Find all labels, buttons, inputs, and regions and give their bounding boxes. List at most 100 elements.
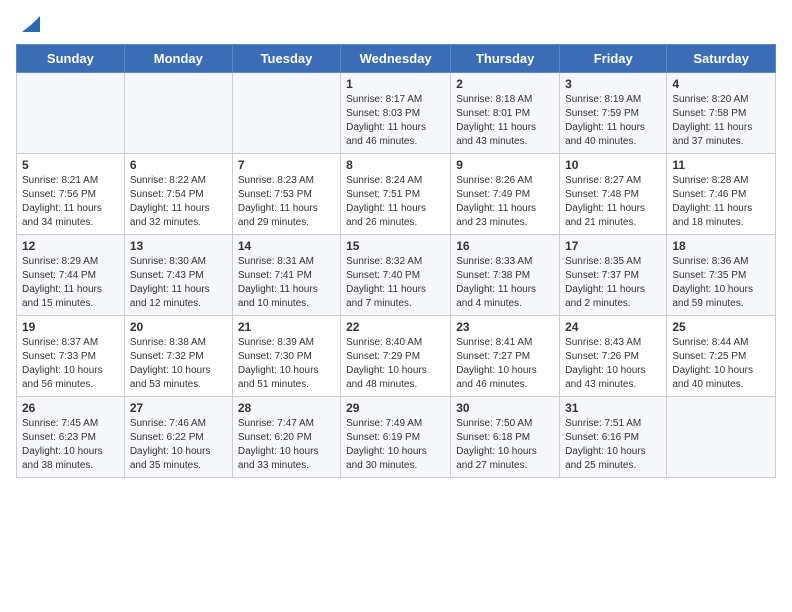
- weekday-header-wednesday: Wednesday: [341, 45, 451, 73]
- cell-text: Sunrise: 8:33 AM Sunset: 7:38 PM Dayligh…: [456, 255, 554, 311]
- cell-text: Sunrise: 8:27 AM Sunset: 7:48 PM Dayligh…: [565, 174, 661, 230]
- cell-text: Sunrise: 8:28 AM Sunset: 7:46 PM Dayligh…: [672, 174, 770, 230]
- day-number: 27: [130, 401, 227, 415]
- calendar-cell: 19 Sunrise: 8:37 AM Sunset: 7:33 PM Dayli…: [17, 316, 125, 397]
- cell-text: Sunrise: 8:29 AM Sunset: 7:44 PM Dayligh…: [22, 255, 119, 311]
- weekday-header-friday: Friday: [560, 45, 667, 73]
- day-number: 21: [238, 320, 335, 334]
- cell-text: Sunrise: 7:51 AM Sunset: 6:16 PM Dayligh…: [565, 417, 661, 473]
- calendar-cell: 5 Sunrise: 8:21 AM Sunset: 7:56 PM Daylig…: [17, 154, 125, 235]
- calendar-cell: 28Sunrise: 7:47 AM Sunset: 6:20 PM Dayli…: [232, 397, 340, 478]
- calendar-cell: 6 Sunrise: 8:22 AM Sunset: 7:54 PM Daylig…: [124, 154, 232, 235]
- calendar-cell: 25 Sunrise: 8:44 AM Sunset: 7:25 PM Dayli…: [667, 316, 776, 397]
- cell-text: Sunrise: 8:18 AM Sunset: 8:01 PM Dayligh…: [456, 93, 554, 149]
- weekday-header-monday: Monday: [124, 45, 232, 73]
- calendar-cell: 23 Sunrise: 8:41 AM Sunset: 7:27 PM Dayli…: [451, 316, 560, 397]
- calendar-week-row: 1 Sunrise: 8:17 AM Sunset: 8:03 PM Daylig…: [17, 73, 776, 154]
- day-number: 15: [346, 239, 445, 253]
- cell-text: Sunrise: 8:35 AM Sunset: 7:37 PM Dayligh…: [565, 255, 661, 311]
- cell-text: Sunrise: 8:19 AM Sunset: 7:59 PM Dayligh…: [565, 93, 661, 149]
- calendar-cell: 13Sunrise: 8:30 AM Sunset: 7:43 PM Dayli…: [124, 235, 232, 316]
- day-number: 3: [565, 77, 661, 91]
- day-number: 11: [672, 158, 770, 172]
- calendar-cell: 2Sunrise: 8:18 AM Sunset: 8:01 PM Daylig…: [451, 73, 560, 154]
- page: SundayMondayTuesdayWednesdayThursdayFrid…: [0, 0, 792, 612]
- cell-text: Sunrise: 8:31 AM Sunset: 7:41 PM Dayligh…: [238, 255, 335, 311]
- day-number: 10: [565, 158, 661, 172]
- calendar-cell: 22 Sunrise: 8:40 AM Sunset: 7:29 PM Dayli…: [341, 316, 451, 397]
- calendar-cell: 15Sunrise: 8:32 AM Sunset: 7:40 PM Dayli…: [341, 235, 451, 316]
- day-number: 9: [456, 158, 554, 172]
- cell-text: Sunrise: 8:39 AM Sunset: 7:30 PM Dayligh…: [238, 336, 335, 392]
- calendar-cell: 16 Sunrise: 8:33 AM Sunset: 7:38 PM Dayli…: [451, 235, 560, 316]
- day-number: 26: [22, 401, 119, 415]
- cell-text: Sunrise: 7:46 AM Sunset: 6:22 PM Dayligh…: [130, 417, 227, 473]
- cell-text: Sunrise: 7:45 AM Sunset: 6:23 PM Dayligh…: [22, 417, 119, 473]
- day-number: 19: [22, 320, 119, 334]
- day-number: 20: [130, 320, 227, 334]
- cell-text: Sunrise: 8:41 AM Sunset: 7:27 PM Dayligh…: [456, 336, 554, 392]
- calendar-cell: 14 Sunrise: 8:31 AM Sunset: 7:41 PM Dayli…: [232, 235, 340, 316]
- calendar-cell: 9 Sunrise: 8:26 AM Sunset: 7:49 PM Daylig…: [451, 154, 560, 235]
- calendar-cell: 7Sunrise: 8:23 AM Sunset: 7:53 PM Daylig…: [232, 154, 340, 235]
- cell-text: Sunrise: 8:43 AM Sunset: 7:26 PM Dayligh…: [565, 336, 661, 392]
- day-number: 7: [238, 158, 335, 172]
- calendar-cell: 24 Sunrise: 8:43 AM Sunset: 7:26 PM Dayli…: [560, 316, 667, 397]
- calendar-table: SundayMondayTuesdayWednesdayThursdayFrid…: [16, 44, 776, 478]
- calendar-week-row: 5 Sunrise: 8:21 AM Sunset: 7:56 PM Daylig…: [17, 154, 776, 235]
- cell-text: Sunrise: 8:17 AM Sunset: 8:03 PM Dayligh…: [346, 93, 445, 149]
- cell-text: Sunrise: 8:26 AM Sunset: 7:49 PM Dayligh…: [456, 174, 554, 230]
- calendar-cell: 11 Sunrise: 8:28 AM Sunset: 7:46 PM Dayli…: [667, 154, 776, 235]
- calendar-cell: [124, 73, 232, 154]
- header: [16, 10, 776, 36]
- day-number: 16: [456, 239, 554, 253]
- day-number: 29: [346, 401, 445, 415]
- day-number: 18: [672, 239, 770, 253]
- day-number: 22: [346, 320, 445, 334]
- calendar-cell: 31 Sunrise: 7:51 AM Sunset: 6:16 PM Dayli…: [560, 397, 667, 478]
- cell-text: Sunrise: 8:37 AM Sunset: 7:33 PM Dayligh…: [22, 336, 119, 392]
- cell-text: Sunrise: 8:30 AM Sunset: 7:43 PM Dayligh…: [130, 255, 227, 311]
- cell-text: Sunrise: 8:20 AM Sunset: 7:58 PM Dayligh…: [672, 93, 770, 149]
- calendar-cell: 10 Sunrise: 8:27 AM Sunset: 7:48 PM Dayli…: [560, 154, 667, 235]
- calendar-cell: 27 Sunrise: 7:46 AM Sunset: 6:22 PM Dayli…: [124, 397, 232, 478]
- cell-text: Sunrise: 8:38 AM Sunset: 7:32 PM Dayligh…: [130, 336, 227, 392]
- calendar-cell: 4 Sunrise: 8:20 AM Sunset: 7:58 PM Daylig…: [667, 73, 776, 154]
- calendar-cell: 12 Sunrise: 8:29 AM Sunset: 7:44 PM Dayli…: [17, 235, 125, 316]
- calendar-cell: 20 Sunrise: 8:38 AM Sunset: 7:32 PM Dayli…: [124, 316, 232, 397]
- calendar-cell: 26 Sunrise: 7:45 AM Sunset: 6:23 PM Dayli…: [17, 397, 125, 478]
- calendar-header-row: SundayMondayTuesdayWednesdayThursdayFrid…: [17, 45, 776, 73]
- calendar-cell: 3 Sunrise: 8:19 AM Sunset: 7:59 PM Daylig…: [560, 73, 667, 154]
- day-number: 31: [565, 401, 661, 415]
- weekday-header-tuesday: Tuesday: [232, 45, 340, 73]
- day-number: 4: [672, 77, 770, 91]
- calendar-cell: 29 Sunrise: 7:49 AM Sunset: 6:19 PM Dayli…: [341, 397, 451, 478]
- weekday-header-thursday: Thursday: [451, 45, 560, 73]
- calendar-cell: 17Sunrise: 8:35 AM Sunset: 7:37 PM Dayli…: [560, 235, 667, 316]
- cell-text: Sunrise: 8:22 AM Sunset: 7:54 PM Dayligh…: [130, 174, 227, 230]
- day-number: 12: [22, 239, 119, 253]
- cell-text: Sunrise: 8:40 AM Sunset: 7:29 PM Dayligh…: [346, 336, 445, 392]
- calendar-week-row: 12 Sunrise: 8:29 AM Sunset: 7:44 PM Dayli…: [17, 235, 776, 316]
- day-number: 24: [565, 320, 661, 334]
- logo-icon: [18, 14, 40, 36]
- cell-text: Sunrise: 8:21 AM Sunset: 7:56 PM Dayligh…: [22, 174, 119, 230]
- calendar-cell: 21 Sunrise: 8:39 AM Sunset: 7:30 PM Dayli…: [232, 316, 340, 397]
- calendar-cell: [667, 397, 776, 478]
- day-number: 25: [672, 320, 770, 334]
- day-number: 6: [130, 158, 227, 172]
- cell-text: Sunrise: 7:49 AM Sunset: 6:19 PM Dayligh…: [346, 417, 445, 473]
- cell-text: Sunrise: 8:44 AM Sunset: 7:25 PM Dayligh…: [672, 336, 770, 392]
- calendar-cell: 30Sunrise: 7:50 AM Sunset: 6:18 PM Dayli…: [451, 397, 560, 478]
- day-number: 14: [238, 239, 335, 253]
- day-number: 23: [456, 320, 554, 334]
- calendar-cell: 18 Sunrise: 8:36 AM Sunset: 7:35 PM Dayli…: [667, 235, 776, 316]
- day-number: 5: [22, 158, 119, 172]
- weekday-header-sunday: Sunday: [17, 45, 125, 73]
- cell-text: Sunrise: 8:36 AM Sunset: 7:35 PM Dayligh…: [672, 255, 770, 311]
- day-number: 30: [456, 401, 554, 415]
- day-number: 8: [346, 158, 445, 172]
- cell-text: Sunrise: 8:24 AM Sunset: 7:51 PM Dayligh…: [346, 174, 445, 230]
- calendar-cell: [232, 73, 340, 154]
- day-number: 1: [346, 77, 445, 91]
